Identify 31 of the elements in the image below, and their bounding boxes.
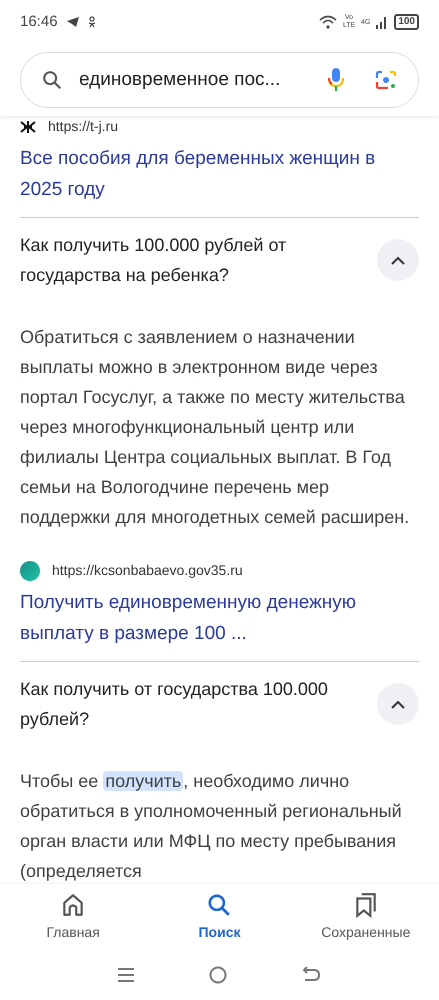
battery-icon: 100 bbox=[394, 14, 419, 30]
chevron-up-icon bbox=[391, 256, 405, 264]
nav-tab[interactable]: Поиск bbox=[154, 892, 284, 950]
signal-icon bbox=[376, 16, 388, 28]
favicon-icon bbox=[20, 120, 36, 132]
question-text: Как получить от государства 100.000 рублей? bbox=[20, 678, 329, 731]
nav-tab[interactable]: Сохраненные bbox=[300, 892, 431, 950]
menu-icon[interactable] bbox=[117, 968, 136, 982]
wifi-icon bbox=[318, 15, 337, 29]
search-field[interactable]: единовременное пос... bbox=[20, 52, 419, 108]
source-url: https://t-j.ru bbox=[48, 117, 118, 136]
camera-icon[interactable] bbox=[374, 68, 398, 92]
clock-text: 16:46 bbox=[20, 12, 58, 32]
chevron-up-icon bbox=[391, 700, 405, 708]
figure-icon bbox=[88, 16, 96, 28]
source-url: https://kcsonbabaevo.gov35.ru bbox=[52, 561, 243, 580]
answer-text: Чтобы ее получить, необходимо лично обратиться в уполномоченный региональный орган власти или МФЦ по месту пребывания (определяется bbox=[20, 770, 403, 883]
microphone-icon[interactable] bbox=[326, 67, 346, 93]
telegram-icon bbox=[66, 16, 80, 28]
home-button-icon[interactable] bbox=[209, 966, 228, 984]
answer-text: Обратиться с заявлением о назначении выплаты можно в электронном виде через портал Госуслуг, а также по месту жительства через многофункциональный центр или филиалы Центра социальных выплат. В Год семьи на Вологодчине перечень мер поддержки для многодетных семей расширен. bbox=[20, 326, 410, 529]
search-icon bbox=[206, 892, 232, 918]
result-title-link[interactable]: Получить единовременную денежную выплату в размере 100 ... bbox=[20, 587, 419, 649]
question-text: Как получить 100.000 рублей от государства на ребенка? bbox=[20, 234, 288, 287]
collapse-button[interactable] bbox=[377, 683, 419, 725]
search-icon bbox=[41, 69, 63, 91]
result-title-link[interactable]: Все пособия для беременных женщин в 2025 году bbox=[20, 143, 419, 205]
nav-tab[interactable]: Главная bbox=[8, 892, 138, 950]
back-icon[interactable] bbox=[302, 967, 322, 983]
favicon-icon bbox=[20, 560, 40, 580]
collapse-button[interactable] bbox=[377, 239, 419, 281]
